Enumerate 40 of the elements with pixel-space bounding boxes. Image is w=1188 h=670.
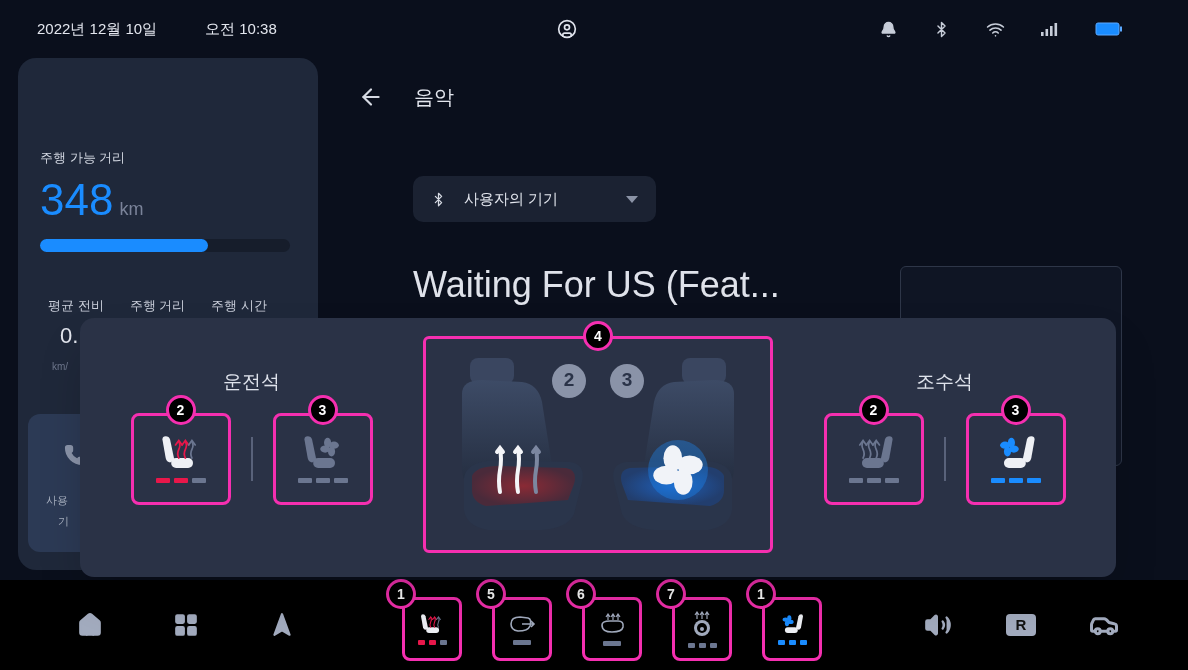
seat-title: 조수석	[916, 370, 973, 394]
phone-label: 사용	[46, 493, 69, 508]
callout-number: 4	[583, 321, 613, 351]
range-value: 348	[40, 177, 114, 222]
callout-number: 1	[746, 579, 776, 609]
mirror-heat-icon	[508, 613, 536, 634]
range-label: 주행 가능 거리	[40, 149, 127, 167]
phone-card[interactable]: 사용 기	[28, 414, 80, 552]
callout-number: 3	[307, 394, 338, 425]
rear-camera-button[interactable]: R	[1006, 614, 1036, 636]
stat-value: 0.	[60, 325, 80, 347]
phone-label: 기	[58, 513, 70, 529]
page-title: 음악	[414, 85, 454, 110]
callout-number: 7	[656, 579, 686, 609]
profile-icon[interactable]	[556, 19, 577, 39]
callout-number: 3	[1000, 394, 1031, 425]
callout-number: 2	[858, 394, 889, 425]
level-badge: 3	[610, 363, 644, 398]
stat-label: 주행 거리	[129, 296, 186, 315]
apps-grid-icon	[173, 612, 199, 638]
rear-defrost-icon	[598, 612, 626, 635]
range-unit: km	[119, 197, 144, 221]
time-text: 오전 10:38	[205, 18, 277, 39]
battery-icon	[1095, 22, 1123, 36]
callout-number: 6	[566, 579, 596, 609]
date-text: 2022년 12월 10일	[37, 18, 158, 39]
signal-icon	[1041, 22, 1059, 36]
stat-unit: km/	[52, 360, 70, 374]
home-icon	[77, 612, 103, 638]
song-title: Waiting For US (Feat...	[413, 263, 780, 307]
callout-number: 2	[165, 394, 196, 425]
stat-label: 평균 전비	[48, 296, 104, 315]
stat-label: 주행 시간	[211, 296, 267, 315]
callout-number: 5	[476, 579, 506, 609]
seat-title: 운전석	[223, 370, 280, 394]
callout-number: 1	[386, 579, 416, 609]
caret-icon	[626, 195, 638, 203]
device-dropdown[interactable]: 사용자의 기기	[413, 176, 656, 222]
notification-icon[interactable]	[880, 20, 897, 38]
level-badge: 2	[552, 363, 586, 398]
